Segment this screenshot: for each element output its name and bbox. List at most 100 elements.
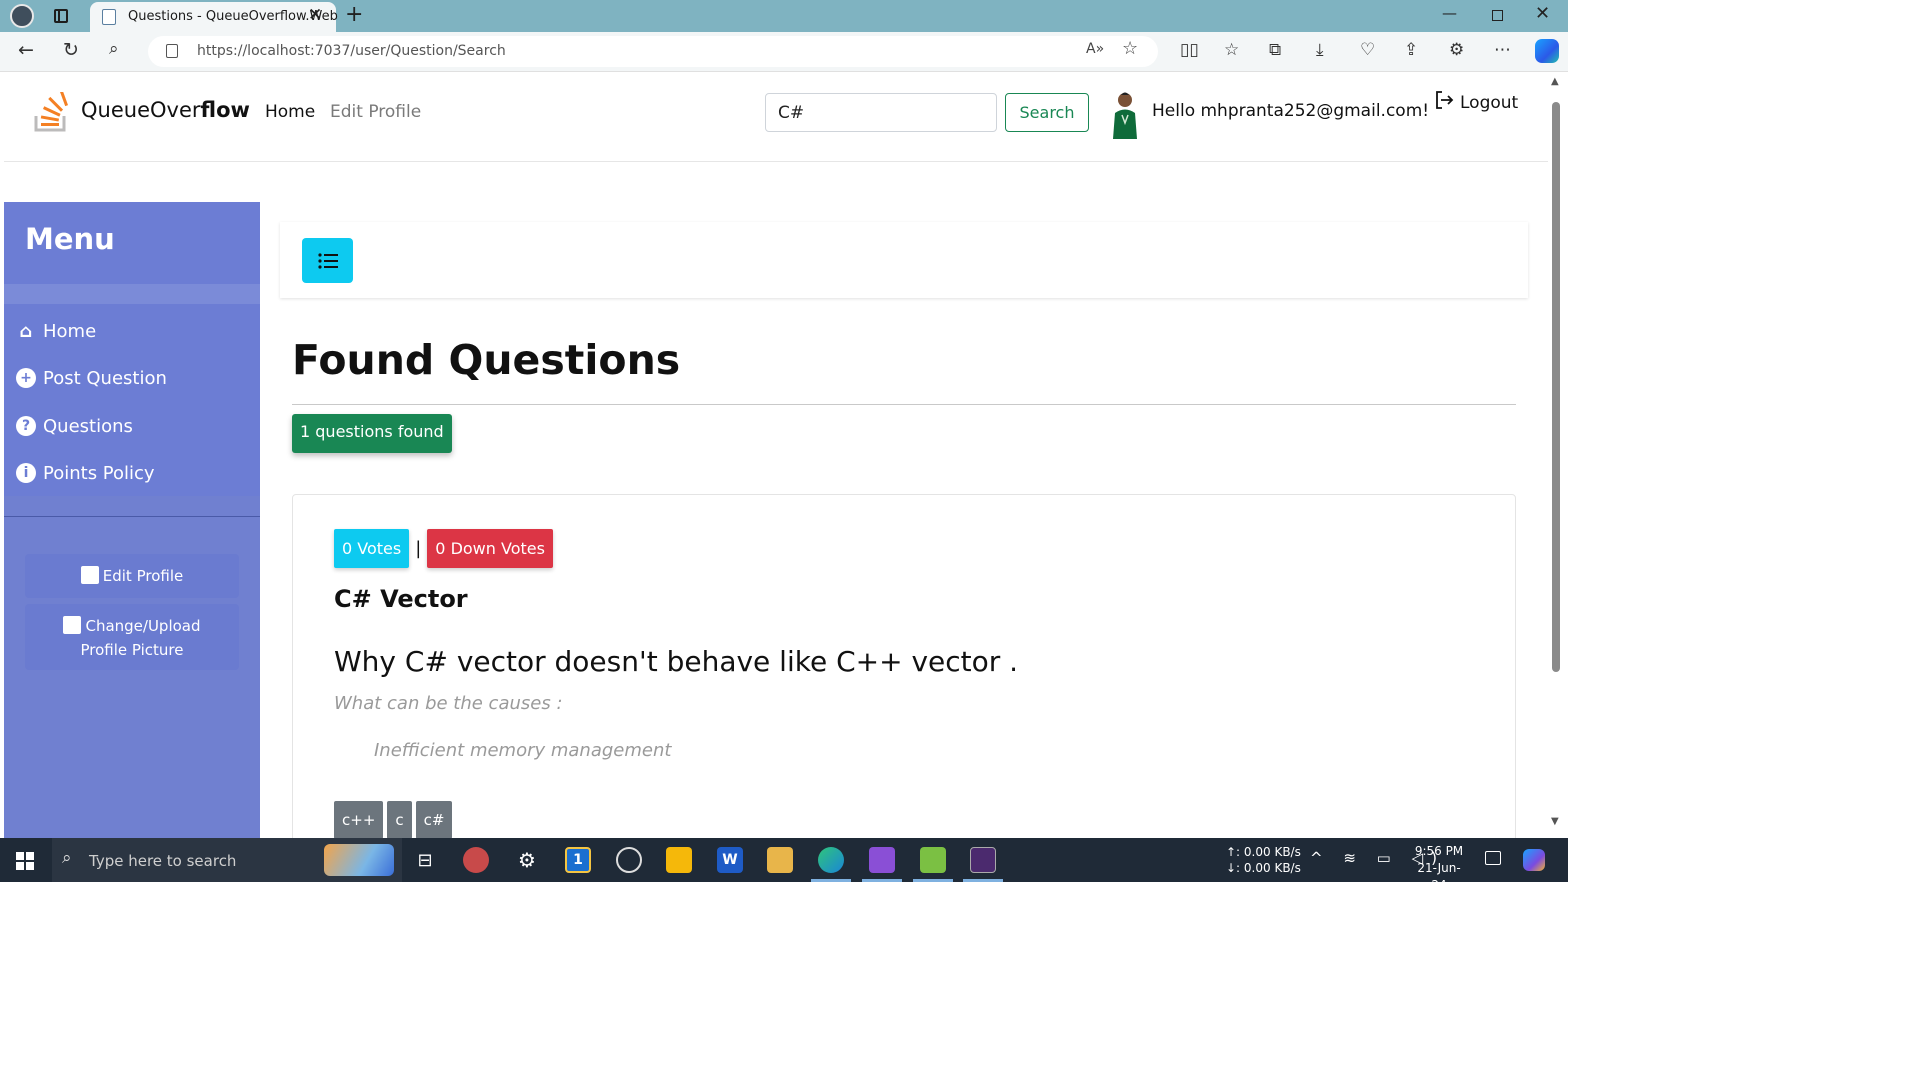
- question-body-heading: Why C# vector doesn't behave like C++ ve…: [334, 645, 1019, 678]
- search-icon: ⌕: [62, 848, 72, 868]
- app-icon[interactable]: [920, 847, 946, 873]
- downloads-icon[interactable]: ⤓: [1316, 40, 1324, 60]
- close-tab-icon[interactable]: ✕: [308, 5, 322, 25]
- minimize-icon[interactable]: —: [1442, 4, 1457, 22]
- search-button[interactable]: Search: [1005, 93, 1089, 132]
- read-aloud-icon[interactable]: A»: [1086, 41, 1104, 57]
- browser-title-bar: Questions - QueueOverflow.Web ✕ + — ✕: [0, 0, 1568, 32]
- change-upload-label: Change/Upload: [85, 617, 201, 635]
- network-speed: ↑: 0.00 KB/s ↓: 0.00 KB/s: [1226, 844, 1301, 876]
- close-window-icon[interactable]: ✕: [1535, 3, 1550, 24]
- tag-badge[interactable]: c#: [415, 801, 453, 838]
- browser-essentials-icon[interactable]: ♡: [1360, 40, 1375, 60]
- tag-badge[interactable]: c++: [334, 801, 384, 838]
- extensions-icon[interactable]: ⚙: [1449, 40, 1464, 60]
- active-app-indicator: [811, 879, 851, 882]
- info-circle-icon: i: [16, 463, 36, 483]
- terminal-icon[interactable]: [970, 847, 996, 873]
- greeting-text: Hello mhpranta252@gmail.com!: [1152, 101, 1430, 121]
- plus-circle-icon: +: [16, 368, 36, 388]
- clock-time: 9:56 PM: [1414, 844, 1464, 858]
- active-app-indicator: [862, 879, 902, 882]
- list-icon: [317, 252, 338, 269]
- copilot-icon[interactable]: [1523, 849, 1545, 871]
- page-favicon-icon: [102, 9, 116, 25]
- scroll-up-icon[interactable]: ▲: [1551, 76, 1559, 87]
- user-avatar[interactable]: [1112, 89, 1138, 139]
- settings-icon[interactable]: ⚙: [514, 847, 540, 873]
- edit-icon: [80, 566, 99, 584]
- sidebar-divider: [4, 516, 260, 517]
- browser-tab[interactable]: Questions - QueueOverflow.Web ✕: [90, 2, 338, 32]
- profile-avatar-icon[interactable]: [10, 4, 34, 28]
- sidebar-nav-list: ⌂ Home + Post Question ? Questions i Poi…: [4, 304, 260, 496]
- obs-icon[interactable]: [616, 847, 642, 873]
- word-icon[interactable]: W: [717, 847, 743, 873]
- share-icon[interactable]: ⇪: [1404, 40, 1418, 60]
- stackoverflow-logo-icon[interactable]: [34, 92, 70, 132]
- windows-taskbar: ⌕ Type here to search ⊟ ⚙ 1 W ↑: 0.00 KB…: [0, 838, 1568, 892]
- scrollbar-thumb[interactable]: [1552, 102, 1560, 672]
- back-icon[interactable]: ←: [18, 39, 34, 61]
- sidebar-item-post-question[interactable]: + Post Question: [16, 363, 167, 393]
- question-body-list-item: Inefficient memory management: [374, 740, 672, 761]
- url-text[interactable]: https://localhost:7037/user/Question/Sea…: [197, 43, 506, 59]
- tab-actions-icon[interactable]: [54, 9, 68, 23]
- tab-title: Questions - QueueOverflow.Web: [128, 9, 338, 24]
- site-navbar: QueueOverflow Home Edit Profile Search H…: [4, 72, 1548, 162]
- page-title: Found Questions: [292, 336, 681, 384]
- active-app-indicator: [963, 879, 1003, 882]
- search-icon[interactable]: ⌕: [109, 39, 119, 59]
- edit-profile-button[interactable]: Edit Profile: [25, 554, 239, 598]
- scroll-down-icon[interactable]: ▼: [1551, 816, 1559, 827]
- web-page: QueueOverflow Home Edit Profile Search H…: [4, 72, 1548, 838]
- downvote-badge[interactable]: 0 Down Votes: [427, 529, 553, 568]
- taskbar-search-box[interactable]: ⌕ Type here to search: [52, 838, 402, 882]
- nav-link-edit-profile[interactable]: Edit Profile: [330, 102, 421, 122]
- copilot-icon[interactable]: [1535, 39, 1559, 63]
- results-count-badge: 1 questions found: [292, 414, 452, 453]
- sidebar-item-questions[interactable]: ? Questions: [16, 411, 133, 441]
- sidebar-spacer: [4, 284, 260, 304]
- lock-icon[interactable]: [166, 44, 178, 58]
- profile-picture-label: Profile Picture: [80, 641, 184, 659]
- sticky-notes-icon[interactable]: [666, 847, 692, 873]
- file-explorer-icon[interactable]: [767, 847, 793, 873]
- visual-studio-icon[interactable]: [869, 847, 895, 873]
- tag-badge[interactable]: c: [387, 801, 412, 838]
- sidebar-item-home[interactable]: ⌂ Home: [16, 316, 97, 346]
- edge-icon[interactable]: [818, 847, 844, 873]
- windows-start-icon[interactable]: [16, 852, 34, 870]
- clock-date: 21-Jun-24: [1417, 861, 1461, 892]
- nav-link-home[interactable]: Home: [265, 102, 315, 122]
- taskbar-clock[interactable]: 9:56 PM 21-Jun-24: [1410, 843, 1468, 894]
- app-icon[interactable]: [463, 847, 489, 873]
- favorites-icon[interactable]: ☆: [1224, 40, 1239, 60]
- brand-name[interactable]: QueueOverflow: [81, 98, 250, 122]
- sidebar-item-points-policy[interactable]: i Points Policy: [16, 458, 155, 488]
- calendar-app-icon[interactable]: 1: [565, 847, 591, 873]
- refresh-icon[interactable]: ↻: [63, 39, 79, 61]
- task-view-icon[interactable]: ⊟: [412, 847, 438, 873]
- menu-title: Menu: [25, 222, 115, 256]
- sidebar-menu: Menu ⌂ Home + Post Question ? Questions …: [4, 202, 260, 838]
- page-scrollbar[interactable]: ▲ ▼: [1548, 72, 1568, 838]
- question-title[interactable]: C# Vector: [334, 585, 468, 613]
- notifications-icon[interactable]: [1485, 851, 1501, 865]
- upvote-badge[interactable]: 0 Votes: [334, 529, 410, 568]
- question-tags: c++ c c#: [334, 801, 453, 838]
- change-profile-picture-button[interactable]: Change/Upload Profile Picture: [25, 604, 239, 670]
- title-divider: [292, 404, 1516, 405]
- logout-link[interactable]: Logout: [1434, 90, 1518, 113]
- collections-icon[interactable]: ⧉: [1269, 40, 1281, 60]
- restore-icon[interactable]: [1492, 10, 1503, 21]
- new-tab-button[interactable]: +: [345, 2, 363, 27]
- search-input[interactable]: [765, 93, 997, 132]
- taskbar-search-placeholder: Type here to search: [89, 852, 237, 870]
- address-bar[interactable]: https://localhost:7037/user/Question/Sea…: [148, 36, 1158, 67]
- more-options-icon[interactable]: ⋯: [1494, 40, 1511, 60]
- sidebar-toggle-button[interactable]: [302, 238, 353, 283]
- add-favorite-icon[interactable]: ☆: [1122, 38, 1138, 59]
- question-card: 0 Votes | 0 Down Votes C# Vector Why C# …: [292, 494, 1516, 838]
- split-screen-icon[interactable]: ▯▯: [1180, 40, 1199, 60]
